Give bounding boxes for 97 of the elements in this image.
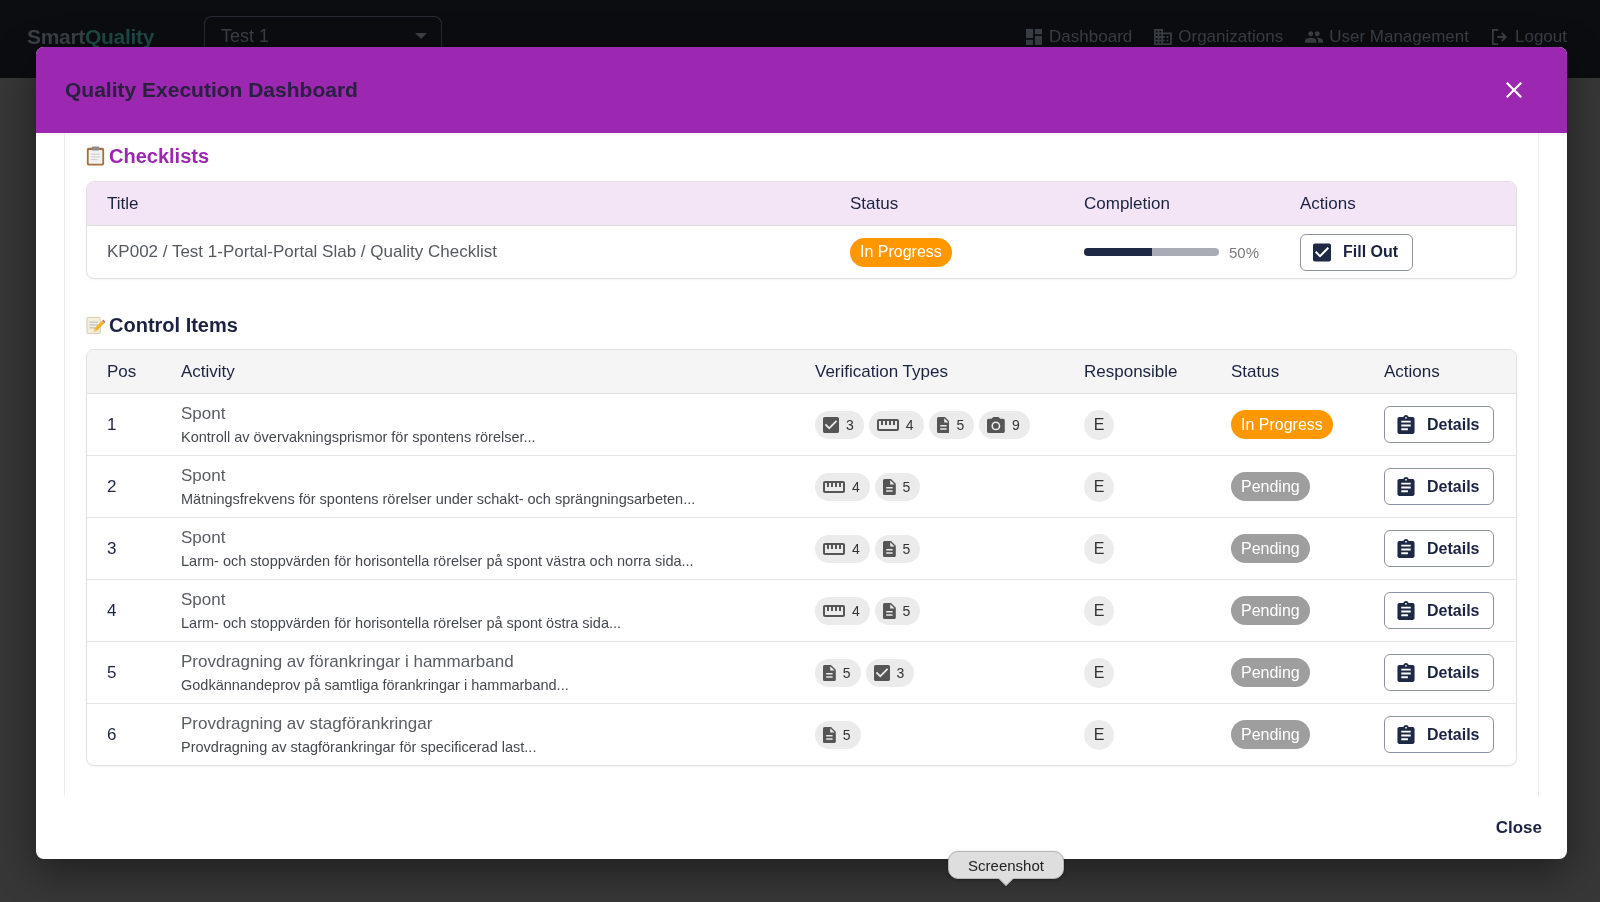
column-header: Status <box>1230 361 1281 382</box>
activity-description: Larm- och stoppvärden för horisontella rörelser på spont västra och norra sida... <box>181 551 694 570</box>
responsible-avatar: E <box>1084 595 1114 626</box>
responsible-avatar: E <box>1084 719 1114 750</box>
document-icon <box>823 726 836 743</box>
verification-count: 3 <box>846 416 854 433</box>
activity-title: Provdragning av förankringar i hammarband <box>181 651 514 672</box>
verification-count: 5 <box>902 540 911 557</box>
building-icon <box>1154 29 1173 45</box>
activity-title: Provdragning av stagförankringar <box>181 713 433 734</box>
document-icon <box>882 602 896 619</box>
logout-icon <box>1491 29 1509 45</box>
tooltip-pointer-icon <box>998 878 1014 886</box>
details-button[interactable]: Details <box>1384 530 1495 567</box>
activity-description: Larm- och stoppvärden för horisontella rörelser på spont östra sida... <box>181 613 622 632</box>
verification-count: 5 <box>842 726 851 743</box>
ruler-icon <box>823 602 845 619</box>
document-icon <box>823 664 836 681</box>
details-button[interactable]: Details <box>1384 468 1495 505</box>
status-badge: Pending <box>1231 596 1310 625</box>
status-badge: Pending <box>1231 534 1310 563</box>
table-cell-text: KP002 / Test 1-Portal-Portal Slab / Quality Checklist <box>106 242 498 262</box>
responsible-avatar: E <box>1084 471 1114 502</box>
details-button[interactable]: Details <box>1384 716 1495 753</box>
activity-title: Spont <box>181 403 226 424</box>
column-header: Completion <box>1083 193 1171 214</box>
verification-count: 5 <box>842 664 851 681</box>
activity-title: Spont <box>181 589 226 610</box>
details-button[interactable]: Details <box>1384 654 1495 691</box>
table-cell-text: 4 <box>106 600 118 621</box>
activity-title: Spont <box>181 465 226 486</box>
status-badge: In Progress <box>850 237 952 267</box>
section-heading: Control Items <box>109 314 238 336</box>
memo-icon <box>86 315 105 335</box>
column-header: Verification Types <box>814 361 949 382</box>
table-cell-text: 5 <box>106 662 118 683</box>
column-header: Title <box>106 193 140 214</box>
verification-count: 4 <box>905 416 914 433</box>
section-heading: Checklists <box>109 145 210 167</box>
verification-count: 5 <box>902 478 911 495</box>
clipboard-icon <box>86 146 105 166</box>
verification-count: 3 <box>896 664 905 681</box>
verification-count: 4 <box>852 478 860 495</box>
activity-description: Provdragning av stagförankringar för specificerad last... <box>181 737 537 756</box>
responsible-avatar: E <box>1084 657 1114 688</box>
close-icon <box>1506 82 1522 98</box>
column-header: Status <box>849 193 900 214</box>
clipboard-icon <box>1397 415 1415 434</box>
document-icon <box>882 478 896 495</box>
activity-description: Kontroll av övervakningsprismor för spontens rörelser... <box>181 427 536 446</box>
details-button[interactable]: Details <box>1384 406 1495 443</box>
close-button[interactable]: Close <box>1487 811 1550 844</box>
status-badge: Pending <box>1231 472 1310 501</box>
checkbox-icon <box>1313 242 1331 262</box>
clipboard-icon <box>1397 539 1415 558</box>
document-icon <box>882 540 896 557</box>
clipboard-icon <box>1397 725 1415 744</box>
clipboard-icon <box>1397 601 1415 620</box>
activity-title: Spont <box>181 527 226 548</box>
people-icon <box>1305 29 1324 45</box>
verification-count: 9 <box>1011 416 1020 433</box>
table-cell-text: 3 <box>106 538 118 559</box>
column-header: Activity <box>180 361 236 382</box>
clipboard-icon <box>1397 477 1415 496</box>
completion-percent: 50% <box>1229 243 1260 261</box>
status-badge: Pending <box>1231 658 1310 687</box>
close-button[interactable] <box>1506 82 1522 98</box>
table-cell-text: 1 <box>106 414 118 435</box>
verification-count: 5 <box>902 602 911 619</box>
activity-description: Godkännandeprov på samtliga förankringar i hammarband... <box>181 675 569 694</box>
dialog-title: Quality Execution Dashboard <box>65 78 358 102</box>
status-badge: In Progress <box>1231 410 1333 439</box>
verification-count: 4 <box>852 602 860 619</box>
column-header: Actions <box>1383 361 1441 382</box>
fill-out-button[interactable]: Fill Out <box>1300 233 1414 271</box>
status-badge: Pending <box>1231 720 1310 749</box>
responsible-avatar: E <box>1084 533 1114 564</box>
column-header: Actions <box>1299 193 1357 214</box>
ruler-icon <box>823 540 845 557</box>
checkbox-icon <box>823 416 839 433</box>
column-header: Responsible <box>1083 361 1179 382</box>
responsible-avatar: E <box>1084 409 1114 440</box>
column-header: Pos <box>106 361 138 382</box>
camera-icon <box>987 416 1005 433</box>
verification-count: 5 <box>956 416 965 433</box>
details-button[interactable]: Details <box>1384 592 1495 629</box>
grid-icon <box>1025 29 1044 45</box>
checkbox-icon <box>873 664 890 681</box>
ruler-icon <box>876 416 899 433</box>
ruler-icon <box>823 478 845 495</box>
table-cell-text: 2 <box>106 476 118 497</box>
verification-count: 4 <box>852 540 860 557</box>
activity-description: Mätningsfrekvens för spontens rörelser under schakt- och sprängningsarbeten... <box>181 489 696 508</box>
caret-icon <box>415 33 427 39</box>
clipboard-icon <box>1397 663 1415 682</box>
table-cell-text: 6 <box>106 724 118 745</box>
document-icon <box>936 416 950 433</box>
